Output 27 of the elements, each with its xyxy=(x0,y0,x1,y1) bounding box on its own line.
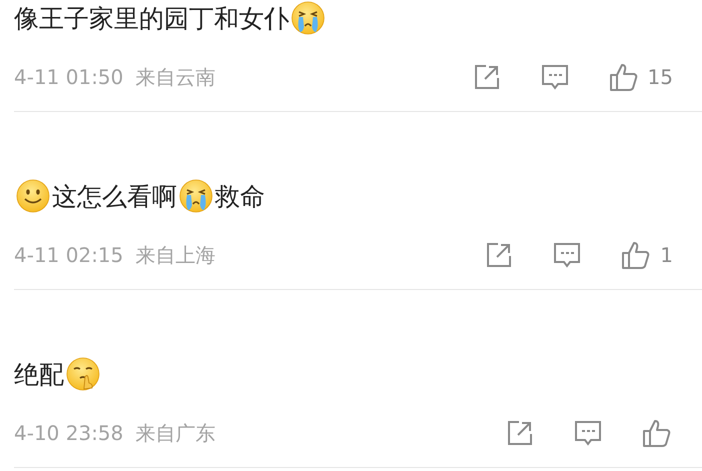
comment-time: 4-11 02:15 xyxy=(14,243,124,267)
shushing-face-icon xyxy=(66,357,100,391)
share-icon xyxy=(505,418,535,448)
comment-button[interactable] xyxy=(552,240,582,270)
comment-button[interactable] xyxy=(540,62,570,92)
comment-location: 来自上海 xyxy=(135,242,216,268)
comment-icon xyxy=(573,418,603,448)
like-button[interactable] xyxy=(641,417,673,449)
thumbs-up-icon xyxy=(608,61,640,93)
crying-face-icon xyxy=(179,179,213,213)
crying-face-icon xyxy=(291,1,325,35)
comment-location: 来自广东 xyxy=(135,420,216,446)
comment-button[interactable] xyxy=(573,418,603,448)
comment-text: 救命 xyxy=(215,180,265,212)
thumbs-up-icon xyxy=(641,417,673,449)
like-button[interactable]: 15 xyxy=(608,61,673,93)
comment-icon xyxy=(552,240,582,270)
comment-location: 来自云南 xyxy=(135,64,216,90)
comment-time: 4-11 01:50 xyxy=(14,65,124,89)
share-button[interactable] xyxy=(505,418,535,448)
comment-text: 这怎么看啊 xyxy=(52,180,177,212)
comment-icon xyxy=(540,62,570,92)
smiling-face-icon xyxy=(16,179,50,213)
like-button[interactable]: 1 xyxy=(620,239,673,271)
comment-text: 绝配 xyxy=(14,358,64,390)
comment-time: 4-10 23:58 xyxy=(14,421,124,445)
comment-text: 像王子家里的园丁和女仆 xyxy=(14,2,289,34)
